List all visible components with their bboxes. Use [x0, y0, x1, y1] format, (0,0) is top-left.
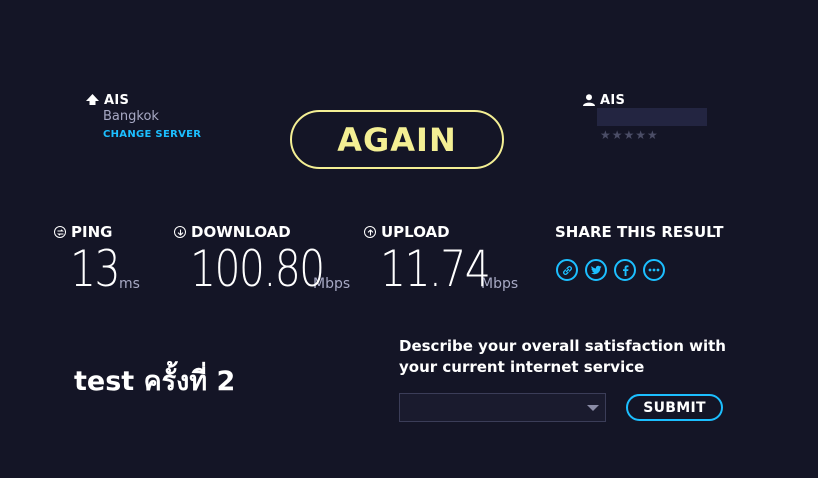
upload-metric: UPLOAD	[364, 223, 450, 241]
share-icons	[556, 259, 665, 281]
download-icon	[174, 226, 186, 238]
ping-value: 13	[70, 240, 121, 298]
ping-unit: ms	[119, 276, 140, 292]
again-button[interactable]: AGAIN	[290, 110, 504, 169]
ping-metric: PING	[54, 223, 112, 241]
server-info: AIS	[86, 91, 129, 110]
twitter-icon[interactable]	[585, 259, 607, 281]
submit-button[interactable]: SUBMIT	[626, 394, 723, 421]
server-icon	[86, 91, 99, 110]
upload-label: UPLOAD	[381, 223, 450, 241]
download-metric: DOWNLOAD	[174, 223, 291, 241]
more-icon[interactable]	[643, 259, 665, 281]
server-isp-name: AIS	[104, 93, 130, 108]
satisfaction-select[interactable]	[399, 393, 606, 422]
isp-rating[interactable]: ★★★★★	[600, 128, 659, 142]
download-result: 100.80 Mbps	[190, 244, 350, 294]
share-title: SHARE THIS RESULT	[555, 223, 724, 241]
test-label: test ครั้งที่ 2	[74, 366, 236, 397]
ping-icon	[54, 226, 66, 238]
ping-label: PING	[71, 223, 113, 241]
upload-value: 11.74	[380, 240, 491, 298]
link-icon[interactable]	[556, 259, 578, 281]
chevron-down-icon	[587, 405, 599, 411]
server-location: Bangkok	[103, 109, 159, 124]
satisfaction-question-line2: your current internet service	[399, 358, 645, 376]
download-label: DOWNLOAD	[191, 223, 291, 241]
change-server-link[interactable]: CHANGE SERVER	[103, 129, 201, 140]
upload-icon	[364, 226, 376, 238]
user-icon	[583, 91, 595, 110]
download-value: 100.80	[190, 240, 325, 298]
upload-result: 11.74 Mbps	[380, 244, 518, 294]
ip-address-mask	[597, 108, 707, 126]
satisfaction-question: Describe your overall satisfaction with …	[399, 336, 729, 378]
client-isp-name: AIS	[600, 93, 626, 108]
facebook-icon[interactable]	[614, 259, 636, 281]
ping-result: 13 ms	[70, 244, 140, 294]
satisfaction-question-line1: Describe your overall satisfaction with	[399, 337, 726, 355]
